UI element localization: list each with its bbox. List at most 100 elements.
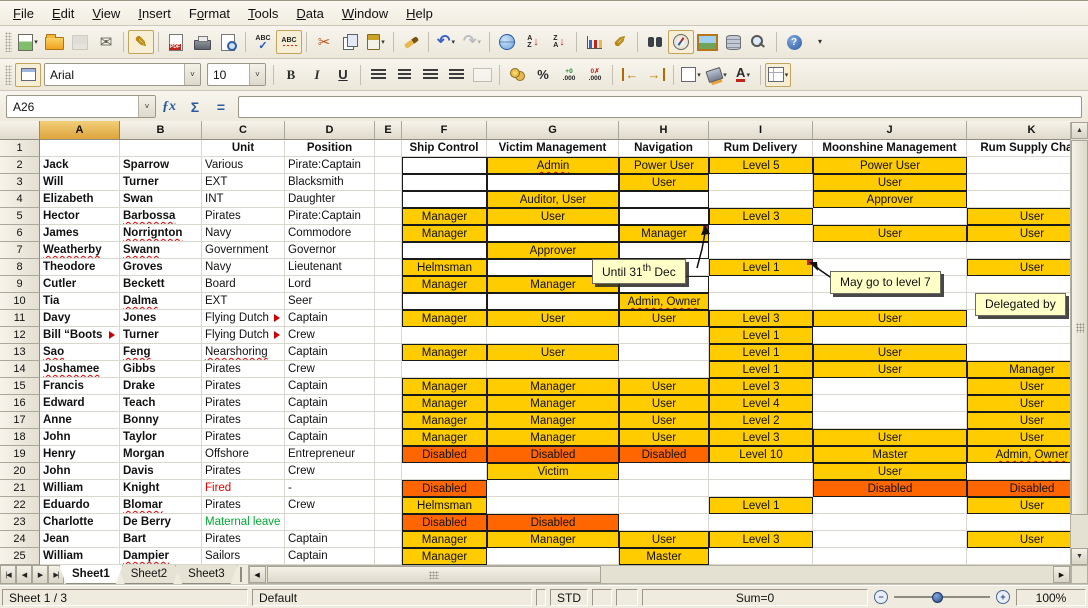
- dropdown-arrow-icon[interactable]: ▾: [723, 71, 727, 79]
- percent-button[interactable]: %: [530, 63, 556, 87]
- menu-format[interactable]: Format: [180, 3, 239, 24]
- navigator-button[interactable]: [668, 30, 694, 54]
- toolbar-overflow-button[interactable]: ▾: [807, 30, 833, 54]
- cell-J23[interactable]: [813, 514, 967, 531]
- cell-A16[interactable]: Edward: [40, 395, 120, 412]
- dropdown-arrow-icon[interactable]: ▾: [451, 38, 455, 46]
- cell-D22[interactable]: Crew: [285, 497, 375, 514]
- cell-C6[interactable]: Navy: [202, 225, 285, 242]
- row-header-20[interactable]: 20: [0, 463, 40, 480]
- cell-J7[interactable]: [813, 242, 967, 259]
- row-header-4[interactable]: 4: [0, 191, 40, 208]
- cell-I7[interactable]: [709, 242, 813, 259]
- autospellcheck-button[interactable]: ABC: [276, 30, 302, 54]
- sheet-tab-sheet3[interactable]: Sheet3: [175, 565, 237, 584]
- open-button[interactable]: [41, 30, 67, 54]
- cell-K13[interactable]: [967, 344, 1071, 361]
- row-header-16[interactable]: 16: [0, 395, 40, 412]
- cell-J1[interactable]: Moonshine Management: [813, 140, 967, 157]
- cell-H13[interactable]: [619, 344, 709, 361]
- function-wizard-button[interactable]: ƒx: [157, 96, 181, 118]
- row-header-24[interactable]: 24: [0, 531, 40, 548]
- cell-B13[interactable]: Feng: [120, 344, 202, 361]
- cell-J12[interactable]: [813, 327, 967, 344]
- cell-K15[interactable]: User: [967, 378, 1071, 395]
- align-left-button[interactable]: [365, 63, 391, 87]
- cell-D15[interactable]: Captain: [285, 378, 375, 395]
- cell-C4[interactable]: INT: [202, 191, 285, 208]
- cell-A11[interactable]: Davy: [40, 310, 120, 327]
- cell-G1[interactable]: Victim Management: [487, 140, 619, 157]
- column-header-J[interactable]: J: [813, 121, 967, 140]
- cell-A3[interactable]: Will: [40, 174, 120, 191]
- column-header-E[interactable]: E: [375, 121, 402, 140]
- cell-H20[interactable]: [619, 463, 709, 480]
- row-header-18[interactable]: 18: [0, 429, 40, 446]
- cell-B5[interactable]: Barbossa: [120, 208, 202, 225]
- cell-C18[interactable]: Pirates: [202, 429, 285, 446]
- menu-data[interactable]: Data: [287, 3, 332, 24]
- cell-B8[interactable]: Groves: [120, 259, 202, 276]
- cell-G19[interactable]: Disabled: [487, 446, 619, 463]
- cell-F16[interactable]: Manager: [402, 395, 487, 412]
- cell-F8[interactable]: Helmsman: [402, 259, 487, 276]
- row-header-23[interactable]: 23: [0, 514, 40, 531]
- cell-H10[interactable]: Admin, Owner: [619, 293, 709, 310]
- underline-button[interactable]: U: [330, 63, 356, 87]
- cell-G14[interactable]: [487, 361, 619, 378]
- cell-E9[interactable]: [375, 276, 402, 293]
- cell-H2[interactable]: Power User: [619, 157, 709, 174]
- cell-C1[interactable]: Unit: [202, 140, 285, 157]
- cell-E6[interactable]: [375, 225, 402, 242]
- cell-J3[interactable]: User: [813, 174, 967, 191]
- font-name-combo-dropdown-icon[interactable]: ˅: [184, 64, 200, 85]
- cell-C7[interactable]: Government: [202, 242, 285, 259]
- paste-button[interactable]: ▾: [363, 30, 389, 54]
- cell-D14[interactable]: Crew: [285, 361, 375, 378]
- menu-edit[interactable]: Edit: [43, 3, 83, 24]
- cell-J11[interactable]: User: [813, 310, 967, 327]
- cell-F1[interactable]: Ship Control: [402, 140, 487, 157]
- cell-F24[interactable]: Manager: [402, 531, 487, 548]
- copy-button[interactable]: [337, 30, 363, 54]
- row-header-14[interactable]: 14: [0, 361, 40, 378]
- cell-D21[interactable]: -: [285, 480, 375, 497]
- cell-E10[interactable]: [375, 293, 402, 310]
- cell-F19[interactable]: Disabled: [402, 446, 487, 463]
- cell-D11[interactable]: Captain: [285, 310, 375, 327]
- cell-J5[interactable]: [813, 208, 967, 225]
- cell-D4[interactable]: Daughter: [285, 191, 375, 208]
- row-header-5[interactable]: 5: [0, 208, 40, 225]
- cell-F2[interactable]: [402, 157, 487, 174]
- row-header-11[interactable]: 11: [0, 310, 40, 327]
- cell-C13[interactable]: Nearshoring: [202, 344, 285, 361]
- row-header-12[interactable]: 12: [0, 327, 40, 344]
- cell-I18[interactable]: Level 3: [709, 429, 813, 446]
- cell-A22[interactable]: Eduardo: [40, 497, 120, 514]
- cell-E21[interactable]: [375, 480, 402, 497]
- cell-C14[interactable]: Pirates: [202, 361, 285, 378]
- cell-H3[interactable]: User: [619, 174, 709, 191]
- edit-file-button[interactable]: ✎: [128, 30, 154, 54]
- cell-D13[interactable]: Captain: [285, 344, 375, 361]
- cell-E22[interactable]: [375, 497, 402, 514]
- row-header-9[interactable]: 9: [0, 276, 40, 293]
- cell-I5[interactable]: Level 3: [709, 208, 813, 225]
- cell-I4[interactable]: [709, 191, 813, 208]
- cell-I10[interactable]: [709, 293, 813, 310]
- cell-H6[interactable]: Manager: [619, 225, 709, 242]
- cell-K1[interactable]: Rum Supply Chain: [967, 140, 1071, 157]
- cell-I9[interactable]: [709, 276, 813, 293]
- cell-E16[interactable]: [375, 395, 402, 412]
- cell-E13[interactable]: [375, 344, 402, 361]
- cell-E11[interactable]: [375, 310, 402, 327]
- cell-I13[interactable]: Level 1: [709, 344, 813, 361]
- column-header-G[interactable]: G: [487, 121, 619, 140]
- cell-D10[interactable]: Seer: [285, 293, 375, 310]
- menu-view[interactable]: View: [83, 3, 129, 24]
- cell-G3[interactable]: [487, 174, 619, 191]
- export-pdf-button[interactable]: PDF: [163, 30, 189, 54]
- cell-B15[interactable]: Drake: [120, 378, 202, 395]
- row-header-13[interactable]: 13: [0, 344, 40, 361]
- sort-descending-button[interactable]: Z A↓: [546, 30, 572, 54]
